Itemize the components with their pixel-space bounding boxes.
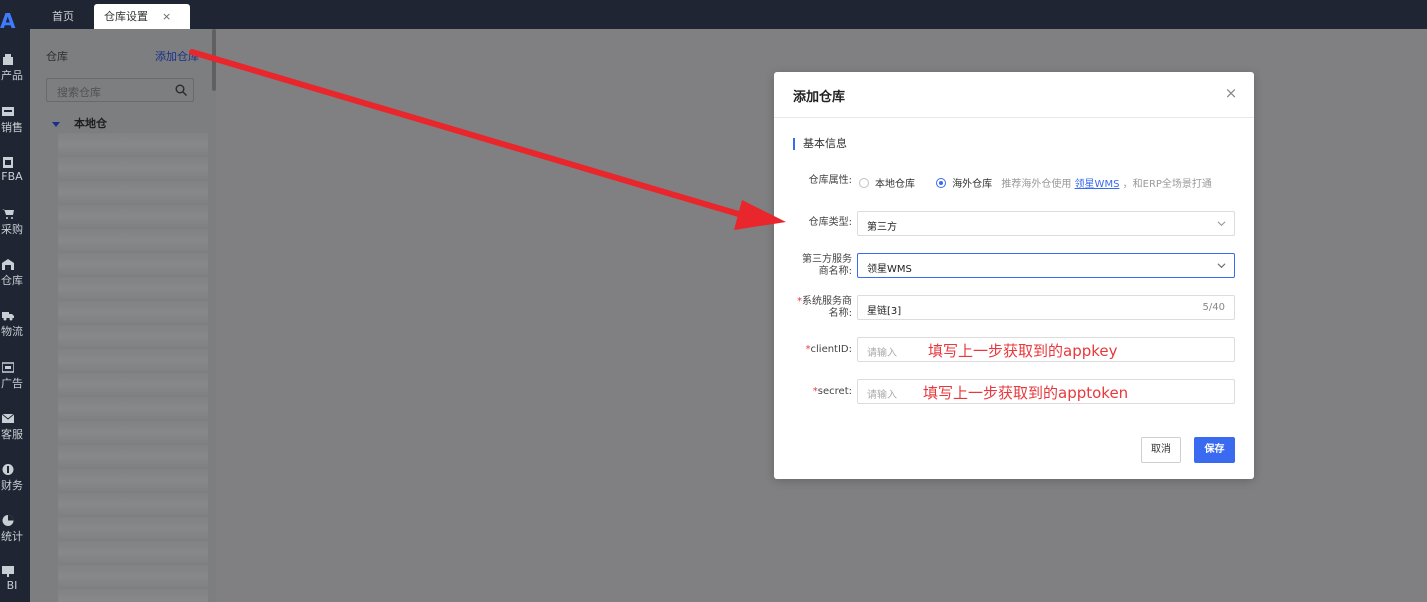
nav-item-logistics[interactable]: 物流: [0, 310, 30, 354]
warehouse-panel-title: 仓库: [46, 50, 68, 63]
nav-item-finance[interactable]: 财务: [0, 464, 30, 508]
nav-item-sales[interactable]: 销售: [0, 106, 30, 150]
annotation-appkey: 填写上一步获取到的appkey: [928, 342, 1118, 360]
section-title: 基本信息: [793, 138, 847, 150]
add-warehouse-link[interactable]: 添加仓库: [155, 48, 199, 64]
nav-item-ads[interactable]: 广告: [0, 362, 30, 406]
caret-down-icon[interactable]: [52, 121, 60, 127]
radio-overseas[interactable]: [936, 178, 947, 188]
secret-label: *secret:: [812, 386, 852, 397]
chevron-down-icon: [1217, 263, 1226, 269]
attr-radio-group: 本地仓库 海外仓库 推荐海外仓使用 领星WMS ，和ERP全场景打通: [859, 175, 1212, 190]
cancel-button[interactable]: 取消: [1141, 437, 1181, 463]
nav-item-service[interactable]: 客服: [0, 413, 30, 457]
provider-select[interactable]: 领星WMS: [857, 253, 1235, 278]
nav-item-warehouse[interactable]: 仓库: [0, 259, 30, 303]
close-icon[interactable]: ×: [1224, 86, 1238, 101]
system-label: *系统服务商 名称:: [797, 296, 852, 319]
ad-icon: [2, 362, 14, 373]
search-placeholder: 搜索仓库: [57, 86, 101, 99]
scrollbar[interactable]: [212, 29, 216, 91]
nav-item-fba[interactable]: FBA: [0, 157, 30, 201]
sales-icon: [2, 107, 14, 116]
nav-item-purchase[interactable]: 采购: [0, 208, 30, 252]
nav-item-bi[interactable]: BI: [0, 566, 30, 602]
annotation-apptoken: 填写上一步获取到的apptoken: [923, 384, 1129, 402]
pie-icon: [2, 515, 14, 526]
warehouse-search-input[interactable]: 搜索仓库: [46, 78, 194, 102]
finance-icon: [2, 464, 14, 475]
search-icon[interactable]: [175, 84, 187, 96]
wms-link[interactable]: 领星WMS: [1075, 179, 1120, 190]
warehouse-panel: 仓库 添加仓库 搜索仓库 本地仓: [30, 29, 216, 602]
client-label: *clientID:: [805, 344, 852, 355]
tab-home[interactable]: 首页: [42, 4, 84, 29]
provider-label: 第三方服务 商名称:: [802, 254, 852, 277]
type-label: 仓库类型:: [808, 217, 852, 228]
tab-close-icon[interactable]: ×: [162, 10, 171, 23]
type-select[interactable]: 第三方: [857, 211, 1235, 236]
add-warehouse-dialog: 添加仓库 × 基本信息 仓库属性: 本地仓库 海外仓库 推荐海外仓使用 领星WM…: [774, 72, 1254, 479]
tab-warehouse-settings[interactable]: 仓库设置 ×: [94, 4, 190, 29]
divider: [774, 117, 1254, 118]
char-counter: 5/40: [1202, 302, 1225, 313]
radio-local[interactable]: [859, 178, 869, 188]
save-button[interactable]: 保存: [1194, 437, 1235, 463]
product-icon: [3, 54, 13, 65]
truck-icon: [2, 312, 14, 321]
top-bar: 首页 仓库设置 ×: [30, 0, 1427, 29]
mail-icon: [2, 413, 14, 423]
left-nav: A 产品 销售 FBA 采购 仓库 物流 广告 客服 财务 统计 BI: [0, 0, 30, 602]
tree-node-local[interactable]: 本地仓: [52, 115, 107, 131]
nav-item-stats[interactable]: 统计: [0, 515, 30, 559]
system-name-input[interactable]: 星链[3] 5/40: [857, 295, 1235, 320]
nav-item-product[interactable]: 产品: [0, 54, 30, 98]
chevron-down-icon: [1217, 221, 1226, 227]
cart-icon: [2, 209, 14, 219]
warehouse-icon: [2, 259, 14, 270]
blurred-list: [58, 133, 208, 602]
attr-label: 仓库属性:: [808, 175, 852, 186]
logo[interactable]: A: [0, 8, 30, 34]
bi-icon: [2, 566, 14, 577]
fba-icon: [3, 157, 13, 168]
dialog-title: 添加仓库: [793, 90, 846, 105]
